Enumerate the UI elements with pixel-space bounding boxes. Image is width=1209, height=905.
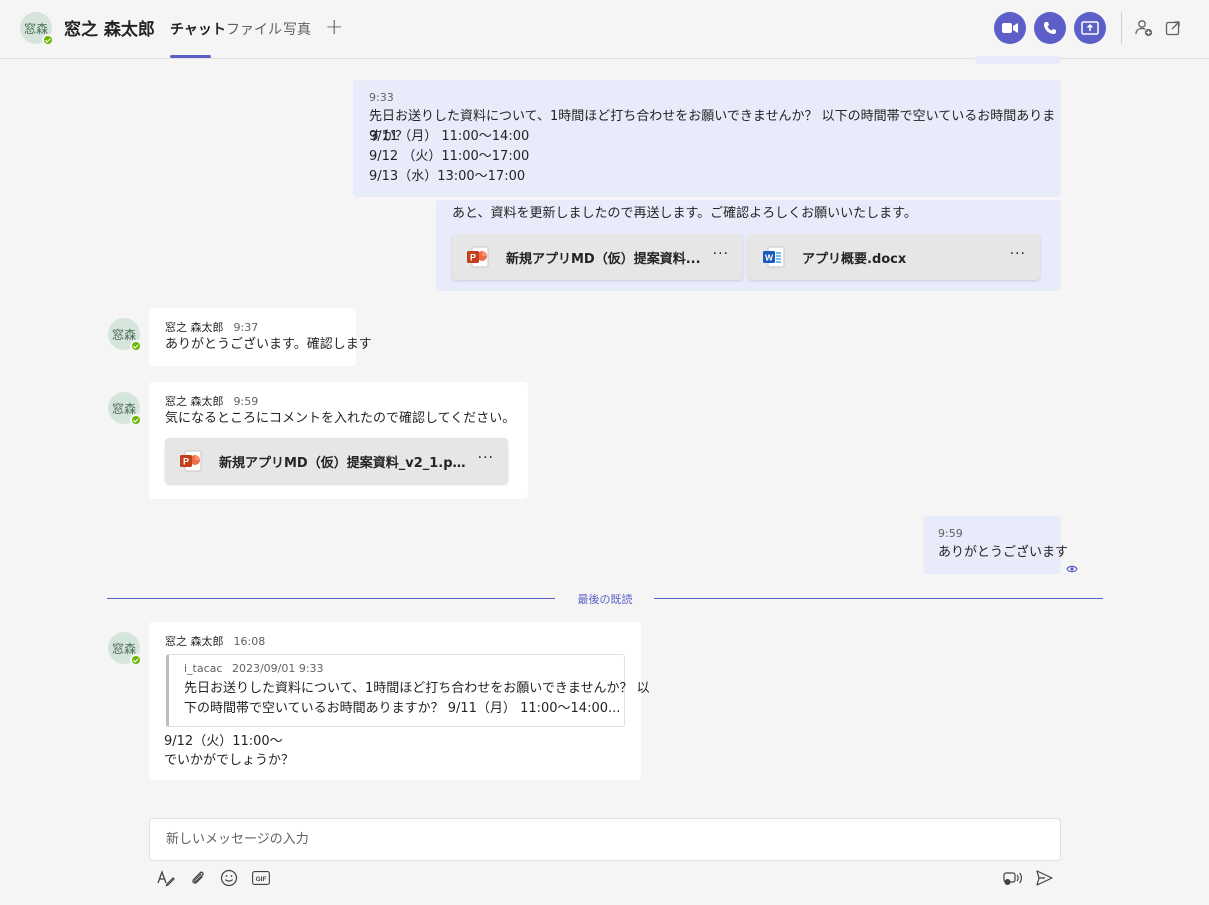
file-name: 新規アプリMD（仮）提案資料... bbox=[506, 251, 701, 267]
message-input[interactable] bbox=[150, 819, 1060, 860]
presence-available-icon bbox=[130, 340, 142, 352]
phone-icon bbox=[1044, 22, 1056, 34]
read-receipt-eye-icon bbox=[1066, 563, 1078, 573]
last-read-divider-line bbox=[654, 598, 1103, 599]
message-bubble[interactable]: 窓之 森太郎 9:37 ありがとうございます。確認します bbox=[149, 308, 372, 366]
emoji-icon bbox=[220, 869, 238, 887]
file-name: 新規アプリMD（仮）提案資料_v2_1.pptx bbox=[219, 455, 474, 471]
powerpoint-file-icon: P bbox=[466, 245, 490, 269]
message-line: 9/11（月） 11:00～14:00 bbox=[369, 129, 530, 144]
tab-chat[interactable]: チャット bbox=[170, 19, 226, 39]
presence-available-icon bbox=[130, 654, 142, 666]
quote-date: 2023/09/01 9:33 bbox=[231, 662, 324, 675]
sender-name: 窓之 森太郎 bbox=[165, 635, 224, 648]
file-more-options-button[interactable]: ··· bbox=[1010, 246, 1026, 262]
message-bubble[interactable]: 9:59 ありがとうございます bbox=[923, 516, 1068, 574]
file-name: アプリ概要.docx bbox=[802, 251, 907, 267]
message-line: でいかがでしょうか？ bbox=[164, 753, 295, 768]
message-time: 9:59 bbox=[233, 395, 259, 408]
file-attachment-docx[interactable]: W アプリ概要.docx ··· bbox=[748, 234, 1040, 280]
message-meta: 窓之 森太郎 9:37 bbox=[165, 319, 258, 335]
avatar[interactable]: 窓森 bbox=[108, 392, 142, 426]
word-letter: W bbox=[765, 253, 774, 263]
add-people-icon bbox=[1135, 20, 1153, 37]
add-tab-button[interactable]: + bbox=[325, 15, 343, 40]
message-text: 気になるところにコメントを入れたので確認してください。 bbox=[165, 411, 516, 426]
file-more-options-button[interactable]: ··· bbox=[478, 450, 494, 466]
format-pen-icon bbox=[157, 870, 175, 887]
header-separator bbox=[1121, 12, 1122, 44]
message-meta: 窓之 森太郎 9:59 bbox=[165, 393, 258, 409]
loop-components-button[interactable] bbox=[1002, 868, 1024, 888]
message-line: 9/12 （火）11:00～17:00 bbox=[369, 149, 530, 164]
tab-photos[interactable]: 写真 bbox=[283, 19, 311, 39]
gif-icon: GIF bbox=[252, 871, 270, 885]
message-text: ありがとうございます。確認します bbox=[165, 337, 372, 352]
quote-author: i_tacac bbox=[184, 662, 223, 675]
audio-call-button[interactable] bbox=[1034, 12, 1066, 44]
send-button[interactable] bbox=[1034, 868, 1054, 888]
quoted-message[interactable]: i_tacac 2023/09/01 9:33 先日お送りした資料について、1時… bbox=[166, 654, 650, 727]
quote-meta: i_tacac 2023/09/01 9:33 bbox=[184, 662, 324, 675]
message-line: 9/13（水）13:00～17:00 bbox=[369, 169, 526, 184]
message-line: 9/12（火）11:00～ bbox=[164, 734, 283, 749]
emoji-button[interactable] bbox=[219, 868, 239, 888]
sender-name: 窓之 森太郎 bbox=[165, 321, 224, 334]
previous-message-bubble bbox=[975, 56, 1061, 64]
send-icon bbox=[1036, 870, 1053, 886]
file-attachment-pptx[interactable]: P 新規アプリMD（仮）提案資料... ··· bbox=[452, 234, 743, 280]
message-compose-box[interactable] bbox=[149, 818, 1061, 861]
message-text: あと、資料を更新しましたので再送します。ご確認よろしくお願いいたします。 bbox=[452, 206, 917, 221]
ppt-letter: P bbox=[183, 457, 189, 467]
file-more-options-button[interactable]: ··· bbox=[713, 246, 729, 262]
message-meta: 窓之 森太郎 16:08 bbox=[165, 633, 265, 649]
message-text: ありがとうございます bbox=[938, 545, 1069, 560]
quote-text: 下の時間帯で空いているお時間ありますか？ 9/11（月） 11:00～14:00… bbox=[184, 701, 621, 716]
chat-header: 窓森 窓之 森太郎 チャット ファイル 写真 + bbox=[0, 0, 1209, 59]
message-time: 9:33 bbox=[369, 91, 394, 104]
pop-out-button[interactable] bbox=[1162, 17, 1184, 39]
message-time: 16:08 bbox=[233, 635, 266, 648]
file-attachment-pptx[interactable]: P 新規アプリMD（仮）提案資料_v2_1.pptx ··· bbox=[165, 438, 508, 484]
paperclip-icon bbox=[192, 871, 204, 884]
message-bubble[interactable]: 9:33 先日お送りした資料について、1時間ほど打ち合わせをお願いできませんか？… bbox=[353, 80, 1061, 197]
message-time: 9:37 bbox=[233, 321, 259, 334]
avatar[interactable]: 窓森 bbox=[108, 318, 142, 352]
video-call-button[interactable] bbox=[994, 12, 1026, 44]
last-read-divider-line bbox=[107, 598, 555, 599]
presence-available-icon bbox=[42, 34, 54, 46]
message-time: 9:59 bbox=[938, 527, 963, 540]
avatar[interactable]: 窓森 bbox=[20, 12, 54, 46]
powerpoint-file-icon: P bbox=[179, 449, 203, 473]
quote-text: 先日お送りした資料について、1時間ほど打ち合わせをお願いできませんか？ 以 bbox=[184, 681, 650, 696]
chat-title: 窓之 森太郎 bbox=[64, 20, 155, 40]
presence-available-icon bbox=[130, 414, 142, 426]
gif-button[interactable]: GIF bbox=[250, 868, 272, 888]
attach-button[interactable] bbox=[188, 868, 208, 888]
format-button[interactable] bbox=[156, 868, 176, 888]
share-screen-icon bbox=[1081, 21, 1099, 35]
pop-out-icon bbox=[1165, 21, 1180, 36]
add-people-button[interactable] bbox=[1133, 17, 1155, 39]
last-read-label: 最後の既読 bbox=[577, 593, 633, 606]
gif-label: GIF bbox=[256, 876, 267, 883]
audio-message-icon bbox=[1003, 872, 1022, 885]
sender-name: 窓之 森太郎 bbox=[165, 395, 224, 408]
tab-files[interactable]: ファイル bbox=[226, 19, 282, 39]
share-screen-button[interactable] bbox=[1074, 12, 1106, 44]
active-tab-indicator bbox=[170, 55, 211, 58]
word-file-icon: W bbox=[762, 245, 786, 269]
video-camera-icon bbox=[1002, 23, 1018, 33]
avatar[interactable]: 窓森 bbox=[108, 632, 142, 666]
ppt-letter: P bbox=[470, 253, 476, 263]
